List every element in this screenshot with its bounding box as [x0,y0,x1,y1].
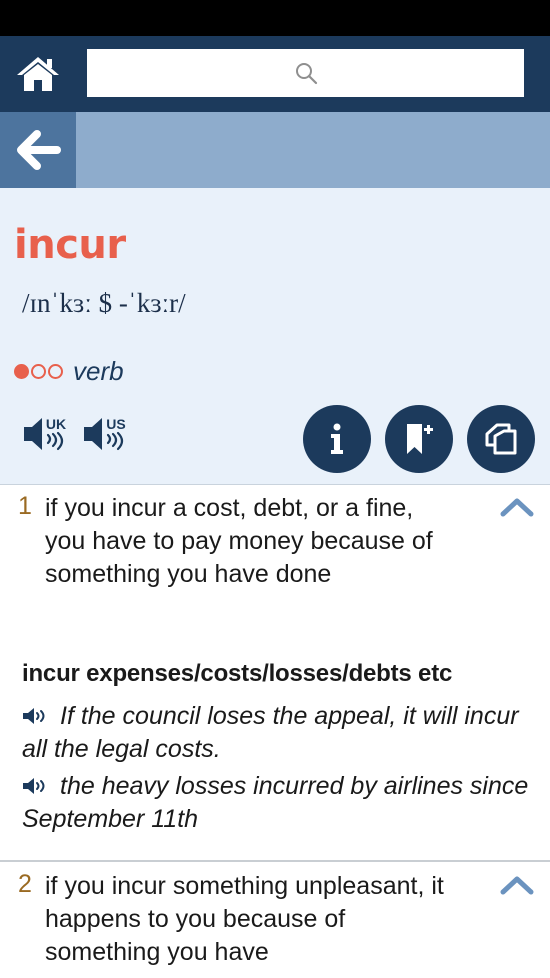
chevron-up-icon[interactable] [500,496,534,518]
home-button[interactable] [0,36,76,112]
example-text: If the council loses the appeal, it will… [22,702,519,763]
headword: incur [14,222,126,268]
sense-definition: if you incur a cost, debt, or a fine, yo… [45,494,433,588]
chevron-up-icon[interactable] [500,874,534,896]
add-bookmark-icon [407,424,433,454]
example-speaker-icon[interactable] [22,776,50,796]
frequency-dot-empty [48,364,63,379]
sense-item: 1 if you incur a cost, debt, or a fine, … [0,486,550,862]
example-sentence: the heavy losses incurred by airlines si… [22,770,532,836]
top-bar [0,36,550,112]
example-text: the heavy losses incurred by airlines si… [22,772,529,833]
pronunciation: /ɪnˈkɜː $ -ˈkɜːr/ [22,288,186,318]
back-button[interactable] [0,112,76,188]
speaker-uk-icon[interactable]: UK [22,413,76,455]
sense-item: 2 if you incur something unpleasant, it … [0,864,550,978]
audio-label-uk: UK [46,416,66,432]
sense-definition: if you incur something unpleasant, it ha… [45,872,444,966]
navigation-bar [0,112,550,188]
copy-icon [485,423,517,455]
sense-number: 2 [18,870,32,898]
frequency-dot-filled [14,364,29,379]
part-of-speech: verb [73,356,124,386]
add-bookmark-button[interactable] [385,405,453,473]
collocation: incur expenses/costs/losses/debts etc [22,660,453,687]
home-icon [17,57,59,91]
copy-button[interactable] [467,405,535,473]
audio-label-us: US [106,416,125,432]
sense-number: 1 [18,492,32,520]
speaker-us-icon[interactable]: US [82,413,136,455]
example-speaker-icon[interactable] [22,706,50,726]
frequency-dot-empty [31,364,46,379]
frequency-and-pos: verb [14,356,124,387]
entry-header: incur /ɪnˈkɜː $ -ˈkɜːr/ verb UK US [0,188,550,485]
status-bar [0,0,550,36]
back-arrow-icon [17,130,61,170]
search-box[interactable] [87,49,524,97]
example-sentence: If the council loses the appeal, it will… [22,700,532,766]
info-icon [331,423,343,454]
search-input[interactable] [87,49,524,97]
info-button[interactable] [303,405,371,473]
